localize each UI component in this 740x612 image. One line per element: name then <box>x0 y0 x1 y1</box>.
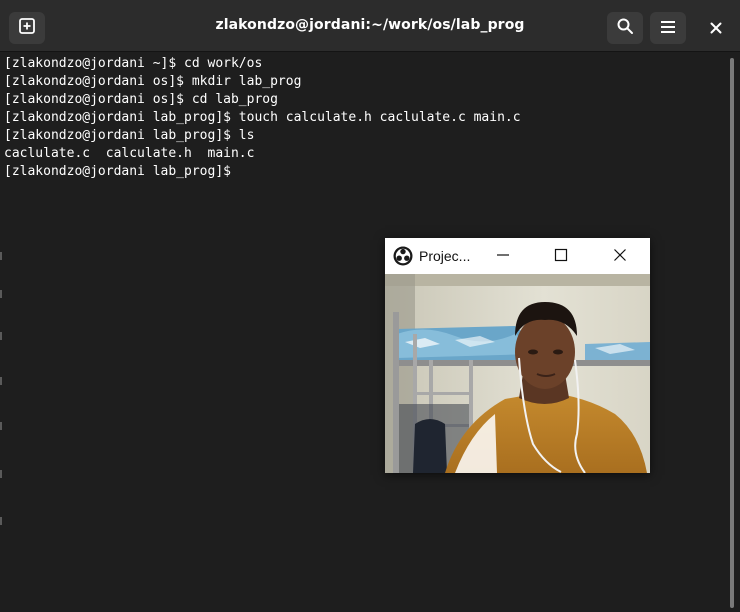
edge-mark <box>0 422 2 430</box>
projector-maximize-button[interactable] <box>547 242 575 270</box>
projector-minimize-button[interactable] <box>489 242 517 270</box>
close-icon <box>710 19 722 38</box>
hamburger-menu-icon <box>660 19 676 38</box>
minimize-icon <box>496 247 510 266</box>
edge-mark <box>0 252 2 260</box>
edge-mark <box>0 290 2 298</box>
projector-title: Projec... <box>419 248 471 264</box>
terminal-line: [zlakondzo@jordani os]$ cd lab_prog <box>4 92 278 107</box>
projector-close-button[interactable] <box>606 242 634 270</box>
scrollbar-thumb[interactable] <box>730 58 734 608</box>
edge-mark <box>0 517 2 525</box>
terminal-line: caclulate.c calculate.h main.c <box>4 146 255 161</box>
terminal-output: [zlakondzo@jordani ~]$ cd work/os [zlako… <box>4 55 521 181</box>
edge-marks <box>0 252 2 532</box>
terminal-window: zlakondzo@jordani:~/work/os/lab_prog [zl… <box>0 0 740 612</box>
projector-titlebar[interactable]: Projec... <box>385 238 650 274</box>
close-icon <box>613 247 627 266</box>
close-button[interactable] <box>698 12 734 44</box>
edge-mark <box>0 332 2 340</box>
menu-button[interactable] <box>650 12 686 44</box>
maximize-icon <box>554 247 568 266</box>
edge-mark <box>0 377 2 385</box>
obs-logo-icon <box>393 246 413 266</box>
terminal-line: [zlakondzo@jordani lab_prog]$ touch calc… <box>4 110 521 125</box>
search-icon <box>616 17 634 39</box>
edge-mark <box>0 470 2 478</box>
search-button[interactable] <box>607 12 643 44</box>
titlebar: zlakondzo@jordani:~/work/os/lab_prog <box>0 0 740 52</box>
terminal-line: [zlakondzo@jordani ~]$ cd work/os <box>4 56 263 71</box>
webcam-video-feed <box>385 274 650 473</box>
terminal-line: [zlakondzo@jordani os]$ mkdir lab_prog <box>4 74 302 89</box>
vertical-scrollbar[interactable] <box>726 52 740 612</box>
terminal-line: [zlakondzo@jordani lab_prog]$ ls <box>4 128 255 143</box>
terminal-prompt-line: [zlakondzo@jordani lab_prog]$ <box>4 164 231 179</box>
projector-window[interactable]: Projec... <box>385 238 650 473</box>
